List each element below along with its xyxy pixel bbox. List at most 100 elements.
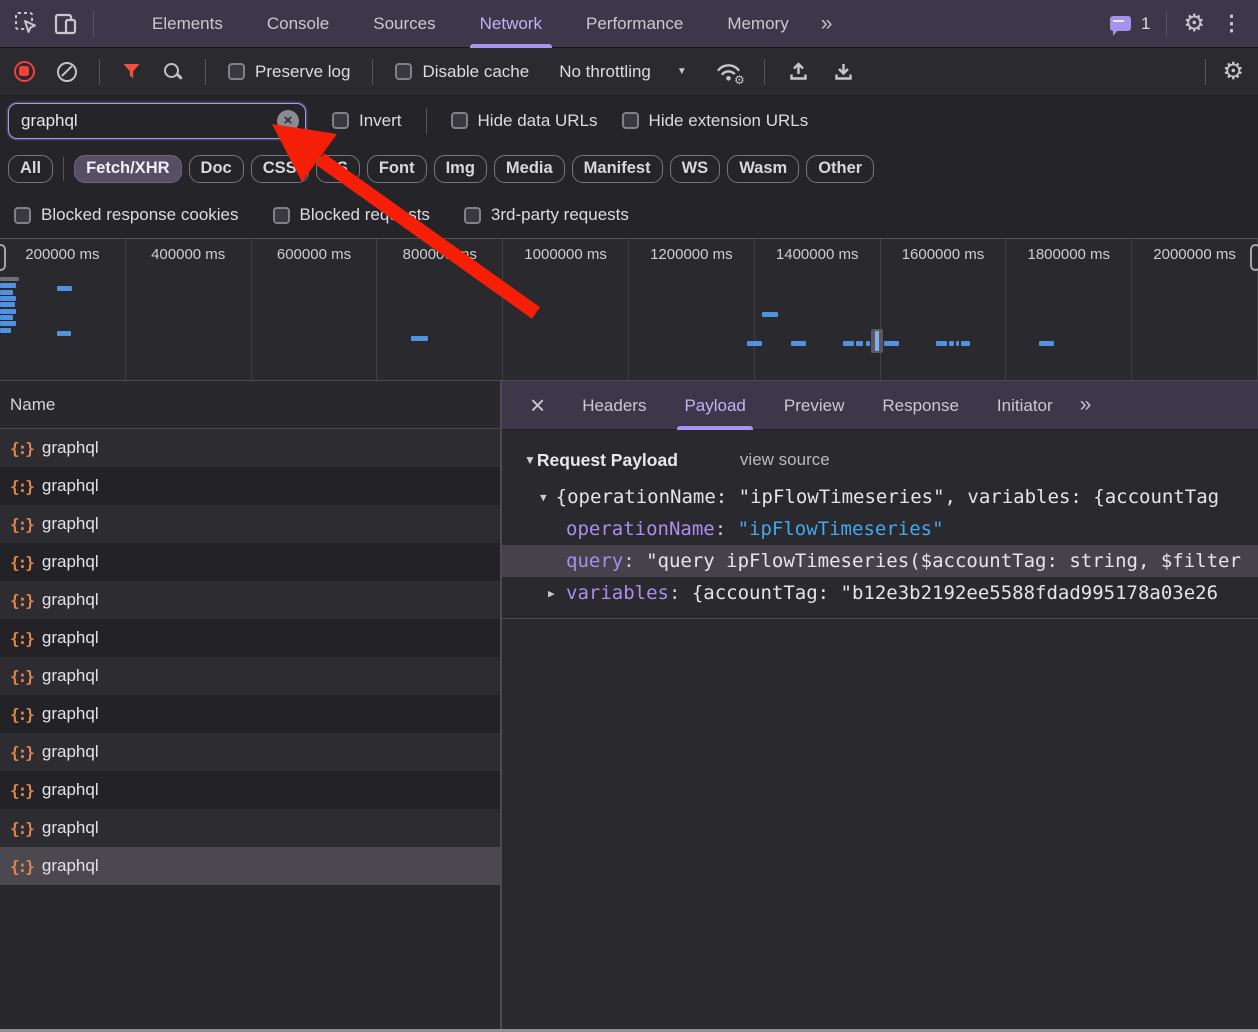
request-row[interactable]: {:}graphql xyxy=(0,619,500,657)
chip-other[interactable]: Other xyxy=(806,155,874,183)
chip-manifest[interactable]: Manifest xyxy=(572,155,663,183)
hide-data-urls-checkbox[interactable] xyxy=(451,112,468,129)
request-row[interactable]: {:}graphql xyxy=(0,429,500,467)
chip-css[interactable]: CSS xyxy=(251,155,309,183)
details-tab-initiator[interactable]: Initiator xyxy=(978,381,1072,430)
details-more-tabs-icon[interactable]: » xyxy=(1072,393,1098,417)
issues-message-icon[interactable] xyxy=(1110,16,1131,31)
blocked-requests-checkbox[interactable] xyxy=(273,207,290,224)
preserve-log-checkbox[interactable] xyxy=(228,63,245,80)
disable-cache-checkbox[interactable] xyxy=(395,63,412,80)
json-braces-icon: {:} xyxy=(10,591,33,610)
blocked-response-cookies-checkbox[interactable] xyxy=(14,207,31,224)
request-row[interactable]: {:}graphql xyxy=(0,543,500,581)
details-tab-payload[interactable]: Payload xyxy=(665,381,764,430)
tab-console[interactable]: Console xyxy=(245,0,351,48)
tab-network[interactable]: Network xyxy=(458,0,564,48)
details-tab-headers[interactable]: Headers xyxy=(563,381,665,430)
invert-checkbox[interactable] xyxy=(332,112,349,129)
preserve-log-option[interactable]: Preserve log xyxy=(228,62,350,82)
main-tabbar-tabs: ElementsConsoleSourcesNetworkPerformance… xyxy=(130,0,811,48)
request-row[interactable]: {:}graphql xyxy=(0,809,500,847)
hide-data-urls-option[interactable]: Hide data URLs xyxy=(451,111,598,131)
network-settings-gear-icon[interactable]: ⚙ xyxy=(1222,60,1244,84)
blocked-response-cookies-option[interactable]: Blocked response cookies xyxy=(14,205,239,225)
hide-data-urls-label: Hide data URLs xyxy=(478,111,598,131)
network-conditions-icon[interactable]: ⚙ xyxy=(715,61,742,82)
kebab-menu-icon[interactable]: ⋮ xyxy=(1221,13,1242,34)
chip-wasm[interactable]: Wasm xyxy=(727,155,799,183)
chip-all[interactable]: All xyxy=(8,155,53,183)
request-row[interactable]: {:}graphql xyxy=(0,733,500,771)
section-divider xyxy=(502,618,1258,619)
blocked-requests-option[interactable]: Blocked requests xyxy=(273,205,430,225)
preserve-log-label: Preserve log xyxy=(255,62,350,82)
issues-count[interactable]: 1 xyxy=(1141,14,1150,34)
import-har-icon[interactable] xyxy=(787,60,810,83)
json-braces-icon: {:} xyxy=(10,743,33,762)
filter-icon[interactable] xyxy=(122,63,141,80)
payload-preview-line[interactable]: ▼{operationName: "ipFlowTimeseries", var… xyxy=(502,481,1258,513)
filter-input[interactable] xyxy=(8,103,306,139)
device-toolbar-icon[interactable] xyxy=(53,12,79,36)
clear-filter-icon[interactable]: × xyxy=(277,110,299,132)
request-details-pane: × HeadersPayloadPreviewResponseInitiator… xyxy=(502,381,1258,1029)
network-overview-timeline[interactable]: 200000 ms400000 ms600000 ms800000 ms1000… xyxy=(0,238,1258,381)
details-tab-preview[interactable]: Preview xyxy=(765,381,863,430)
tab-memory[interactable]: Memory xyxy=(705,0,810,48)
request-row[interactable]: {:}graphql xyxy=(0,847,500,885)
more-tabs-icon[interactable]: » xyxy=(811,12,841,36)
request-row[interactable]: {:}graphql xyxy=(0,771,500,809)
request-row[interactable]: {:}graphql xyxy=(0,581,500,619)
chip-img[interactable]: Img xyxy=(434,155,487,183)
tab-sources[interactable]: Sources xyxy=(351,0,457,48)
chip-doc[interactable]: Doc xyxy=(189,155,244,183)
inspect-element-icon[interactable] xyxy=(14,11,39,36)
close-details-icon[interactable]: × xyxy=(522,392,553,418)
request-name: graphql xyxy=(42,628,99,648)
collapse-triangle-icon[interactable]: ▼ xyxy=(524,453,536,467)
waterfall-bar xyxy=(949,341,954,346)
export-har-icon[interactable] xyxy=(832,60,855,83)
request-payload-section[interactable]: ▼ Request Payload view source xyxy=(524,445,1258,475)
tab-elements[interactable]: Elements xyxy=(130,0,245,48)
throttling-dropdown[interactable]: No throttling ▼ xyxy=(551,62,693,82)
timeline-tick-label: 1600000 ms xyxy=(881,239,1007,380)
record-network-log-icon[interactable] xyxy=(14,61,35,82)
chip-fetch-xhr[interactable]: Fetch/XHR xyxy=(74,155,181,183)
disable-cache-label: Disable cache xyxy=(422,62,529,82)
request-row[interactable]: {:}graphql xyxy=(0,657,500,695)
settings-gear-icon[interactable]: ⚙ xyxy=(1183,12,1205,36)
disable-cache-option[interactable]: Disable cache xyxy=(395,62,529,82)
name-column-header[interactable]: Name xyxy=(0,381,500,429)
search-icon[interactable] xyxy=(163,62,183,82)
payload-row-operationname[interactable]: operationName: "ipFlowTimeseries" xyxy=(502,513,1258,545)
request-row[interactable]: {:}graphql xyxy=(0,695,500,733)
3rd-party-requests-checkbox[interactable] xyxy=(464,207,481,224)
3rd-party-requests-option[interactable]: 3rd-party requests xyxy=(464,205,629,225)
overview-right-handle[interactable] xyxy=(1250,244,1258,271)
payload-key: operationName xyxy=(566,518,715,540)
tab-performance[interactable]: Performance xyxy=(564,0,705,48)
payload-row-query[interactable]: query: "query ipFlowTimeseries($accountT… xyxy=(502,545,1258,577)
divider xyxy=(1205,59,1206,85)
details-tab-response[interactable]: Response xyxy=(863,381,978,430)
invert-option[interactable]: Invert xyxy=(332,111,402,131)
collapse-triangle-icon[interactable]: ▼ xyxy=(540,491,547,504)
request-row[interactable]: {:}graphql xyxy=(0,505,500,543)
chip-js[interactable]: JS xyxy=(316,155,360,183)
overview-left-handle[interactable] xyxy=(0,244,6,271)
hide-extension-urls-option[interactable]: Hide extension URLs xyxy=(622,111,809,131)
chip-ws[interactable]: WS xyxy=(670,155,721,183)
chip-font[interactable]: Font xyxy=(367,155,427,183)
expand-triangle-icon[interactable]: ▶ xyxy=(548,587,559,600)
hide-extension-urls-checkbox[interactable] xyxy=(622,112,639,129)
payload-row-variables[interactable]: ▶variables: {accountTag: "b12e3b2192ee55… xyxy=(502,577,1258,609)
chip-media[interactable]: Media xyxy=(494,155,565,183)
devtools-toolbar-icons xyxy=(0,11,108,37)
clear-network-log-icon[interactable] xyxy=(57,62,77,82)
request-row[interactable]: {:}graphql xyxy=(0,467,500,505)
payload-key: query xyxy=(566,550,623,572)
view-source-link[interactable]: view source xyxy=(740,450,830,470)
waterfall-bar xyxy=(961,341,970,346)
